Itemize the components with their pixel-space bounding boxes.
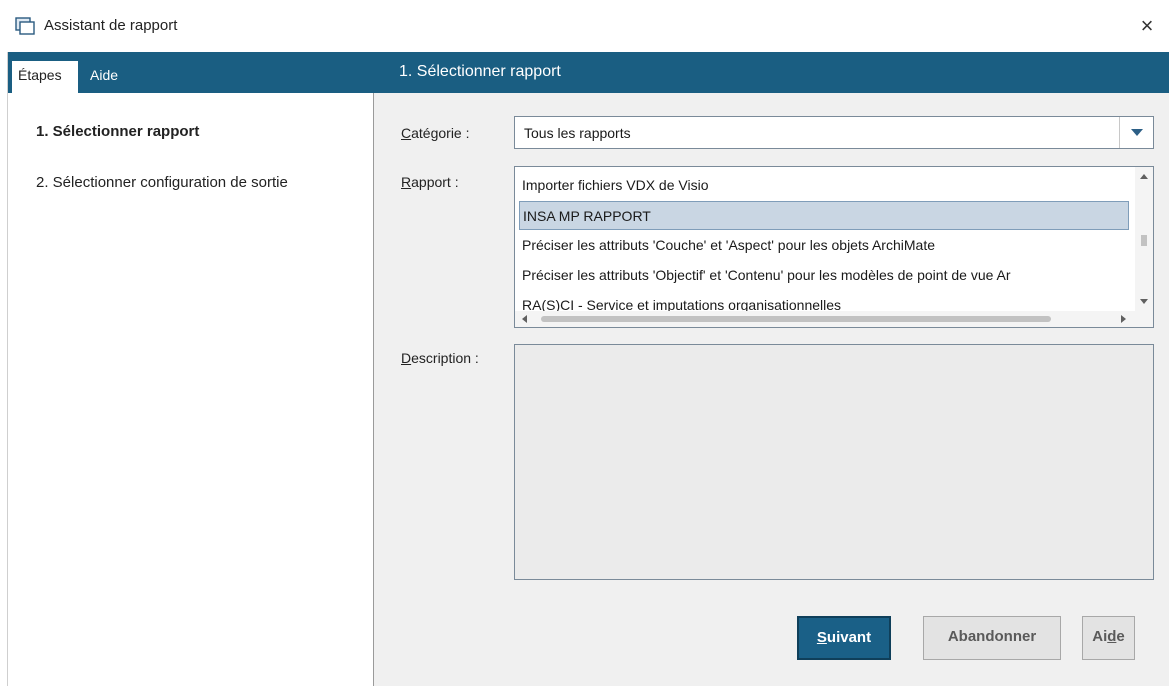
title-bar: Assistant de rapport × <box>0 0 1169 52</box>
next-button-accel: S <box>816 629 827 646</box>
list-item[interactable]: Importer fichiers VDX de Visio <box>519 171 1129 200</box>
cancel-button[interactable]: Abandonner <box>923 616 1061 660</box>
description-label: Description : <box>401 350 479 366</box>
scroll-down-icon[interactable] <box>1140 299 1148 304</box>
report-label: Rapport : <box>401 174 459 190</box>
description-field <box>514 344 1154 580</box>
report-label-accel: R <box>401 174 412 190</box>
scroll-thumb-horizontal[interactable] <box>541 316 1051 322</box>
step-header: 1. Sélectionner rapport <box>374 52 1169 93</box>
help-button-text-b: e <box>1116 628 1125 645</box>
next-button-text: uivant <box>826 629 872 646</box>
description-label-text: escription : <box>411 350 479 366</box>
window-icon <box>15 17 35 35</box>
step-select-report[interactable]: 1. Sélectionner rapport <box>36 123 199 140</box>
description-label-accel: D <box>401 350 412 366</box>
category-label-text: atégorie : <box>411 125 470 141</box>
step-output-config[interactable]: 2. Sélectionner configuration de sortie <box>36 174 288 191</box>
category-select[interactable]: Tous les rapports <box>514 116 1154 149</box>
report-label-text: apport : <box>411 174 459 190</box>
left-tab-bar: Étapes Aide <box>8 52 374 93</box>
chevron-down-icon[interactable] <box>1119 117 1153 148</box>
left-edge <box>0 52 8 686</box>
close-button[interactable]: × <box>1133 12 1161 40</box>
help-button[interactable]: Aide <box>1082 616 1135 660</box>
horizontal-scrollbar[interactable] <box>515 311 1153 327</box>
scroll-left-icon[interactable] <box>522 315 527 323</box>
help-button-text-a: Ai <box>1092 628 1108 645</box>
scroll-up-icon[interactable] <box>1140 174 1148 179</box>
category-value: Tous les rapports <box>524 125 631 141</box>
category-label: Catégorie : <box>401 125 470 141</box>
list-item[interactable]: Préciser les attributs 'Objectif' et 'Co… <box>519 261 1129 290</box>
list-item[interactable]: Préciser les attributs 'Couche' et 'Aspe… <box>519 231 1129 260</box>
tab-aide[interactable]: Aide <box>90 61 118 93</box>
step-header-title: 1. Sélectionner rapport <box>399 63 561 80</box>
window-title: Assistant de rapport <box>44 17 178 34</box>
list-item-selected[interactable]: INSA MP RAPPORT <box>519 201 1129 230</box>
scroll-thumb[interactable] <box>1141 235 1147 246</box>
scroll-right-icon[interactable] <box>1121 315 1126 323</box>
tab-etapes[interactable]: Étapes <box>12 61 78 93</box>
list-item[interactable]: RA(S)CI - Service et imputations organis… <box>519 291 1129 311</box>
category-label-accel: C <box>401 125 412 141</box>
vertical-scrollbar[interactable] <box>1135 167 1153 311</box>
next-button[interactable]: Suivant <box>797 616 891 660</box>
steps-panel: 1. Sélectionner rapport 2. Sélectionner … <box>8 93 374 686</box>
report-list[interactable]: Importer fichiers VDX de Visio INSA MP R… <box>514 166 1154 328</box>
